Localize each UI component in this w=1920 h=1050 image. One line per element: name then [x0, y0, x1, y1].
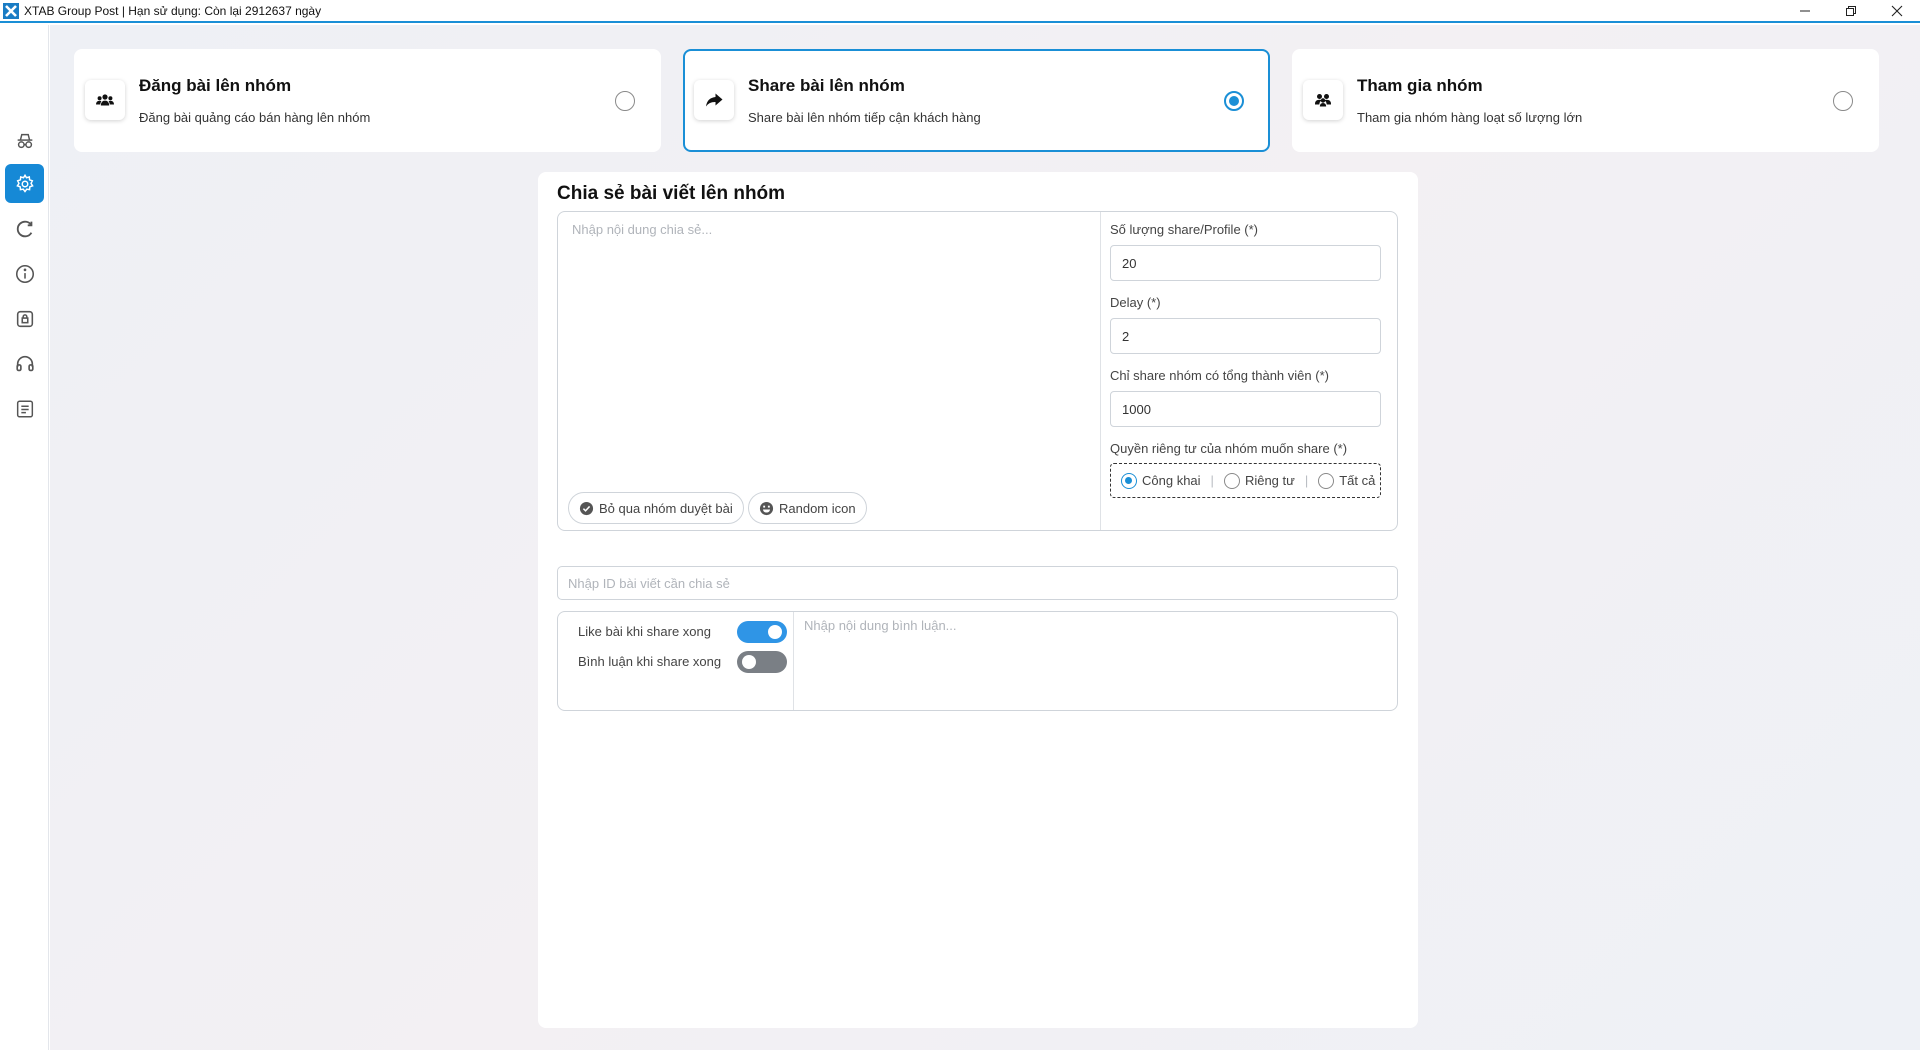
privacy-all-radio[interactable]	[1318, 472, 1335, 489]
divider	[1100, 212, 1101, 530]
privacy-label: Quyền riêng tư của nhóm muốn share (*)	[1110, 441, 1348, 456]
mode-radio[interactable]	[1833, 91, 1853, 111]
random-icon-chip[interactable]: Random icon	[748, 492, 867, 524]
sidebar-item-settings[interactable]	[5, 164, 44, 203]
chip-label: Random icon	[779, 500, 856, 516]
toggle-knob	[768, 625, 782, 639]
after-share-box: Like bài khi share xong Bình luận khi sh…	[557, 611, 1398, 711]
restore-button[interactable]	[1828, 0, 1874, 21]
share-content-textarea[interactable]: Nhập nội dung chia sẻ...	[572, 222, 712, 237]
privacy-public-label[interactable]: Công khai	[1142, 473, 1201, 488]
comment-toggle[interactable]	[737, 651, 787, 673]
privacy-private-radio[interactable]	[1223, 472, 1240, 489]
headset-icon	[15, 355, 34, 371]
mode-icon-box	[1303, 80, 1343, 120]
panel-title: Chia sẻ bài viết lên nhóm	[557, 183, 786, 204]
minimize-icon	[1800, 10, 1810, 11]
mode-radio[interactable]	[615, 91, 635, 111]
main-area: Đăng bài lên nhóm Đăng bài quảng cáo bán…	[50, 25, 1920, 1050]
smiley-icon	[759, 501, 774, 515]
privacy-private-label[interactable]: Riêng tư	[1245, 473, 1295, 488]
title-bar: XTAB Group Post | Hạn sử dụng: Còn lại 2…	[0, 0, 1920, 23]
sidebar-item-incognito[interactable]	[5, 121, 44, 160]
app-logo-icon	[3, 2, 19, 19]
check-circle-icon	[579, 501, 594, 515]
delay-label: Delay (*)	[1110, 295, 1161, 310]
privacy-radio-group: Công khai | Riêng tư | Tất cả	[1110, 463, 1381, 498]
privacy-all-label[interactable]: Tất cả	[1339, 473, 1375, 488]
separator: |	[1304, 473, 1309, 488]
like-toggle-label: Like bài khi share xong	[578, 624, 711, 639]
share-arrow-icon	[706, 93, 723, 107]
skip-review-chip[interactable]: Bỏ qua nhóm duyệt bài	[568, 492, 744, 524]
mode-description: Share bài lên nhóm tiếp cận khách hàng	[748, 110, 981, 125]
sidebar-item-support[interactable]	[5, 344, 44, 383]
mode-title: Share bài lên nhóm	[748, 76, 905, 95]
lock-icon	[16, 310, 33, 327]
minimize-button[interactable]	[1782, 0, 1828, 21]
separator: |	[1210, 473, 1214, 488]
post-id-input[interactable]: Nhập ID bài viết cần chia sẻ	[557, 566, 1398, 600]
share-panel: Chia sẻ bài viết lên nhóm Nhập nội dung …	[538, 172, 1418, 1028]
mode-title: Đăng bài lên nhóm	[139, 76, 292, 95]
mode-card-join[interactable]: Tham gia nhóm Tham gia nhóm hàng loạt số…	[1292, 49, 1879, 152]
refresh-icon	[16, 220, 32, 237]
comment-toggle-label: Bình luận khi share xong	[578, 654, 722, 669]
window-controls	[1782, 0, 1920, 21]
toggle-knob	[742, 655, 756, 669]
mode-title: Tham gia nhóm	[1357, 76, 1483, 95]
mode-icon-box	[694, 80, 734, 120]
incognito-icon	[17, 133, 32, 148]
gear-icon	[15, 173, 34, 193]
mode-card-post[interactable]: Đăng bài lên nhóm Đăng bài quảng cáo bán…	[74, 49, 661, 152]
delay-input[interactable]: 2	[1110, 318, 1381, 354]
sidebar-item-refresh[interactable]	[5, 209, 44, 248]
close-icon	[1891, 5, 1903, 16]
users-icon	[96, 94, 114, 106]
divider	[793, 612, 794, 710]
info-icon	[15, 264, 34, 283]
sidebar	[0, 25, 49, 1050]
share-count-label: Số lượng share/Profile (*)	[1110, 222, 1259, 237]
sidebar-item-document[interactable]	[5, 389, 44, 428]
sidebar-item-info[interactable]	[5, 254, 44, 293]
close-button[interactable]	[1874, 0, 1920, 21]
user-group-icon	[1315, 94, 1331, 107]
mode-description: Tham gia nhóm hàng loạt số lượng lớn	[1357, 110, 1583, 125]
mode-card-share[interactable]: Share bài lên nhóm Share bài lên nhóm ti…	[683, 49, 1270, 152]
window-title: XTAB Group Post | Hạn sử dụng: Còn lại 2…	[24, 3, 322, 18]
restore-icon	[1846, 5, 1856, 16]
share-count-input[interactable]: 20	[1110, 245, 1381, 281]
document-icon	[16, 399, 33, 418]
min-members-input[interactable]: 1000	[1110, 391, 1381, 427]
min-members-label: Chỉ share nhóm có tổng thành viên (*)	[1110, 368, 1329, 383]
comment-content-textarea[interactable]: Nhập nội dung bình luận...	[804, 618, 957, 633]
mode-radio[interactable]	[1224, 91, 1244, 111]
like-toggle[interactable]	[737, 621, 787, 643]
mode-description: Đăng bài quảng cáo bán hàng lên nhóm	[139, 110, 371, 125]
sidebar-item-lock[interactable]	[5, 299, 44, 338]
mode-icon-box	[85, 80, 125, 120]
chip-label: Bỏ qua nhóm duyệt bài	[599, 500, 733, 516]
privacy-public-radio[interactable]	[1121, 472, 1137, 489]
compose-box: Nhập nội dung chia sẻ... Bỏ qua nhóm duy…	[557, 211, 1398, 531]
